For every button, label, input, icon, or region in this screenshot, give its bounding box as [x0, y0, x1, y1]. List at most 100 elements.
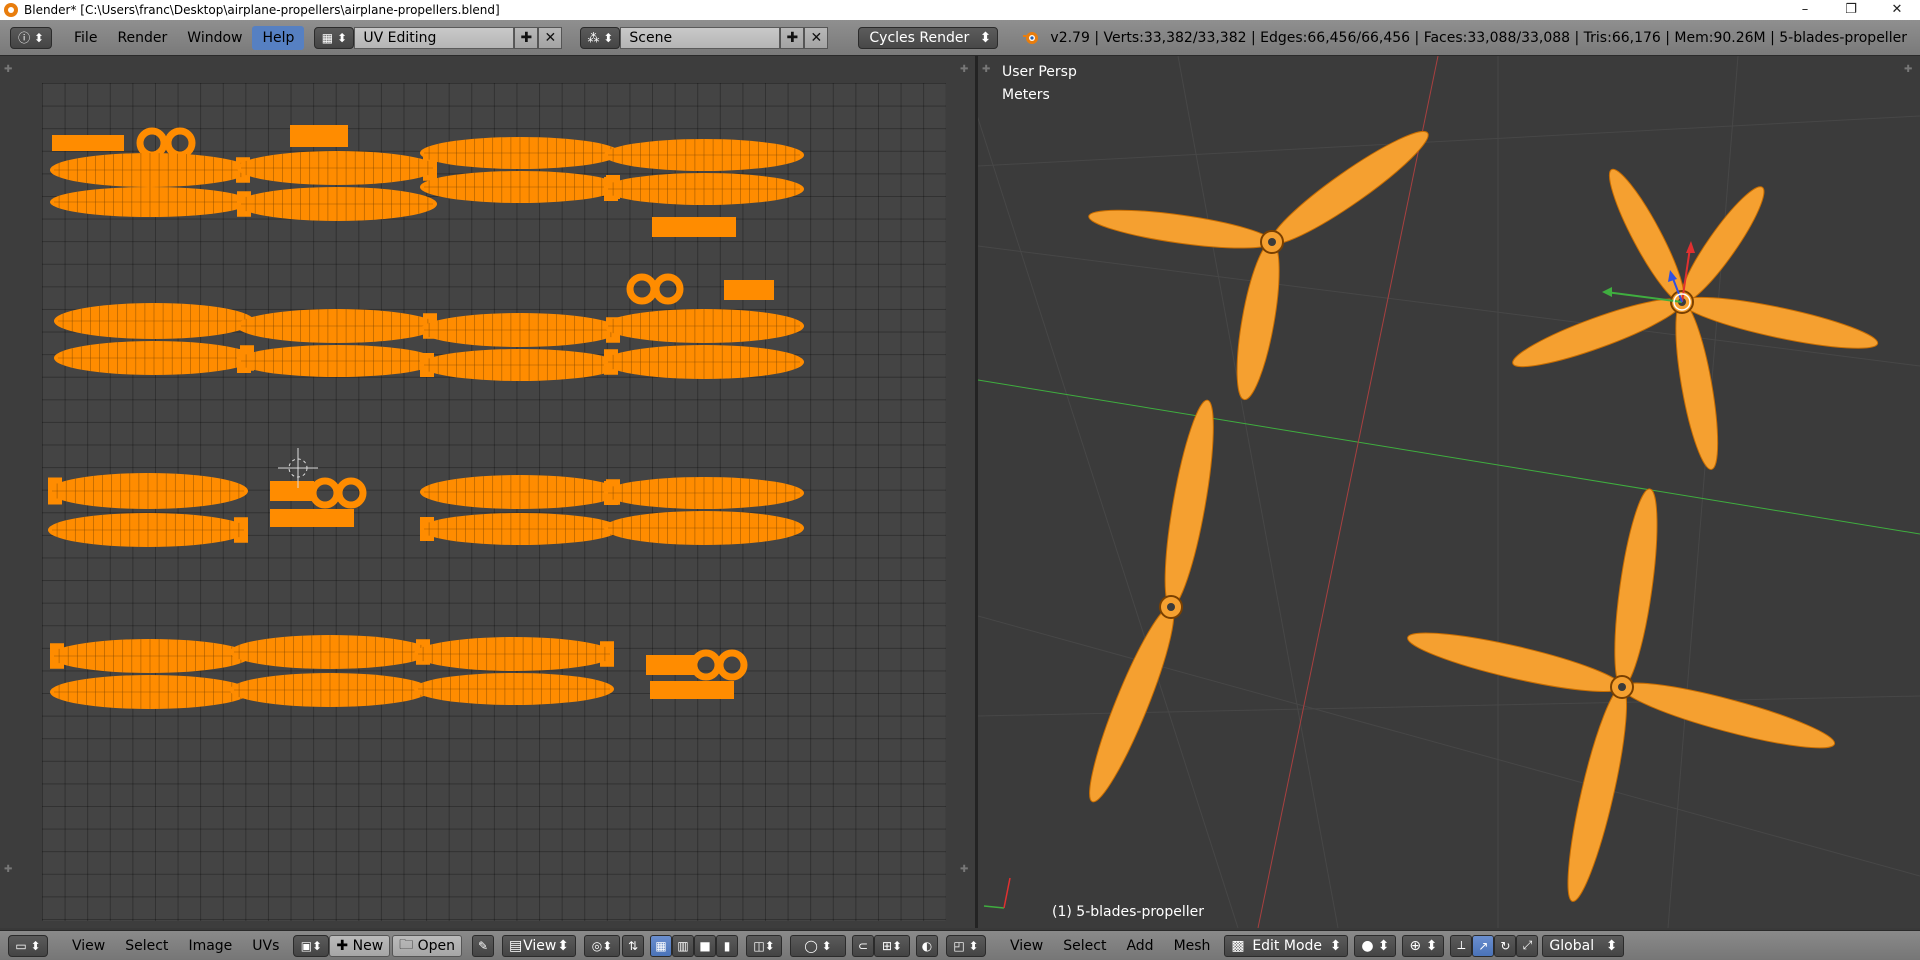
vertex-select-icon[interactable]: ▦ [650, 934, 673, 957]
pivot-point-select[interactable]: ⊕ ⬍ [1402, 934, 1445, 957]
uv-ring-island[interactable] [690, 649, 722, 681]
vp-menu-select[interactable]: Select [1053, 938, 1116, 954]
5-blades-propeller[interactable] [1508, 163, 1881, 472]
uv-island[interactable] [420, 313, 620, 347]
menu-render[interactable]: Render [107, 26, 177, 50]
add-screen-button[interactable]: ✚ [514, 26, 539, 49]
vp-menu-add[interactable]: Add [1116, 938, 1163, 954]
uv-island[interactable] [48, 473, 248, 509]
screen-layout-field[interactable]: UV Editing [354, 26, 515, 49]
uv-island[interactable] [604, 345, 804, 379]
uv-island[interactable] [54, 341, 254, 375]
scale-manipulator-icon[interactable]: ⤢ [1516, 934, 1539, 957]
minimize-button[interactable]: – [1782, 0, 1828, 20]
uv-image-editor[interactable]: ✚ ✚ ✚ ✚ [0, 56, 975, 928]
propeller-blade[interactable] [1618, 672, 1839, 760]
uv-hub-island[interactable] [290, 125, 348, 147]
uv-island[interactable] [230, 635, 430, 669]
uv-ring-island[interactable] [335, 477, 367, 509]
uv-hub-island[interactable] [650, 681, 734, 699]
2-blades-propeller[interactable] [1077, 397, 1223, 807]
area-split-handle-icon[interactable]: ✚ [960, 64, 968, 75]
uv-island[interactable] [50, 675, 250, 709]
uv-editor-type-button[interactable]: ▭ ⬍ [8, 934, 48, 957]
propeller-blade[interactable] [1077, 601, 1185, 808]
uv-island[interactable] [604, 511, 804, 545]
propeller-blade[interactable] [1599, 163, 1694, 309]
delete-screen-button[interactable]: ✕ [538, 26, 563, 49]
pivot-icon[interactable]: ◎⬍ [584, 934, 621, 957]
menu-help[interactable]: Help [252, 25, 305, 50]
uv-menu-image[interactable]: Image [178, 938, 242, 954]
uv-menu-uvs[interactable]: UVs [242, 938, 289, 954]
uv-island[interactable] [50, 153, 250, 187]
open-image-button[interactable]: 🗀 Open [392, 934, 463, 957]
uv-island[interactable] [420, 513, 620, 545]
uv-menu-select[interactable]: Select [115, 938, 178, 954]
uv-island[interactable] [420, 349, 620, 381]
3d-viewport[interactable]: User Persp Meters (1) 5-blades-propeller… [978, 56, 1920, 928]
uv-hub-island[interactable] [646, 655, 696, 675]
sync-selection-icon[interactable]: ⇅ [622, 934, 645, 957]
viewport-editor-type-button[interactable]: ◰ ⬍ [946, 934, 987, 957]
uv-menu-view[interactable]: View [62, 938, 115, 954]
propeller-blade[interactable] [1667, 299, 1726, 472]
propeller-blade[interactable] [1557, 683, 1638, 905]
propeller-blade[interactable] [1404, 622, 1626, 703]
uv-view-mode-select[interactable]: ▤ View ⬍ [502, 934, 577, 957]
uv-ring-island[interactable] [716, 649, 748, 681]
uv-island[interactable] [50, 639, 250, 673]
uv-island[interactable] [48, 513, 248, 547]
propeller-blade[interactable] [1087, 202, 1274, 255]
restore-button[interactable]: ❐ [1828, 0, 1874, 20]
area-split-handle-icon[interactable]: ✚ [960, 864, 968, 875]
uv-island[interactable] [230, 673, 430, 707]
image-browse-button[interactable]: ▣⬍ [293, 934, 330, 957]
uv-island[interactable] [420, 171, 620, 203]
uv-channel-icon[interactable]: ◐ [916, 934, 939, 957]
uv-hub-island[interactable] [270, 481, 314, 501]
uv-island[interactable] [237, 187, 437, 221]
uv-island[interactable] [604, 173, 804, 205]
uv-ring-island[interactable] [309, 477, 341, 509]
close-window-button[interactable]: ✕ [1874, 0, 1920, 20]
uv-island[interactable] [604, 477, 804, 509]
interaction-mode-select[interactable]: ▩ Edit Mode ⬍ [1224, 934, 1349, 957]
4-blades-propeller[interactable] [1404, 487, 1839, 905]
propeller-blade[interactable] [1671, 179, 1774, 310]
uv-ring-island[interactable] [164, 127, 196, 159]
propeller-blade[interactable] [1228, 239, 1287, 402]
sticky-mode-icon[interactable]: ◫⬍ [746, 934, 783, 957]
propeller-blade[interactable] [1606, 487, 1666, 690]
add-scene-button[interactable]: ✚ [780, 26, 805, 49]
island-select-icon[interactable]: ▮ [716, 934, 739, 957]
propellers[interactable] [1077, 120, 1880, 905]
snap-element-icon[interactable]: ⊞⬍ [874, 934, 911, 957]
new-image-button[interactable]: ✚ New [329, 934, 391, 957]
scene-browse-button[interactable]: ⁂ ⬍ [580, 26, 621, 49]
delete-scene-button[interactable]: ✕ [804, 26, 829, 49]
area-split-handle-icon[interactable]: ✚ [982, 64, 990, 75]
uv-ring-island[interactable] [136, 127, 168, 159]
snap-icon[interactable]: ⊂ [852, 934, 875, 957]
menu-window[interactable]: Window [177, 26, 252, 50]
uv-island[interactable] [54, 303, 254, 339]
area-split-handle-icon[interactable]: ✚ [1904, 64, 1912, 75]
proportional-edit-icon[interactable]: ◯ ⬍ [790, 934, 847, 957]
translate-manipulator-icon[interactable]: ↗ [1472, 934, 1495, 957]
3-blades-propeller[interactable] [1087, 120, 1437, 402]
vp-menu-view[interactable]: View [1000, 938, 1053, 954]
viewport-scene[interactable] [978, 56, 1920, 928]
transform-orientation-select[interactable]: Global ⬍ [1542, 934, 1625, 957]
propeller-blade[interactable] [1155, 397, 1223, 609]
uv-ring-island[interactable] [652, 273, 684, 305]
editor-type-button[interactable]: ⓘ ⬍ [10, 26, 52, 49]
viewport-shading-select[interactable]: ● ⬍ [1354, 934, 1397, 957]
uv-islands-canvas[interactable] [42, 83, 946, 921]
propeller-blade[interactable] [1679, 287, 1881, 358]
uv-island[interactable] [237, 345, 437, 377]
uv-island[interactable] [237, 309, 437, 343]
uv-island[interactable] [420, 137, 620, 169]
scene-field[interactable]: Scene [620, 26, 781, 49]
menu-file[interactable]: File [64, 26, 107, 50]
